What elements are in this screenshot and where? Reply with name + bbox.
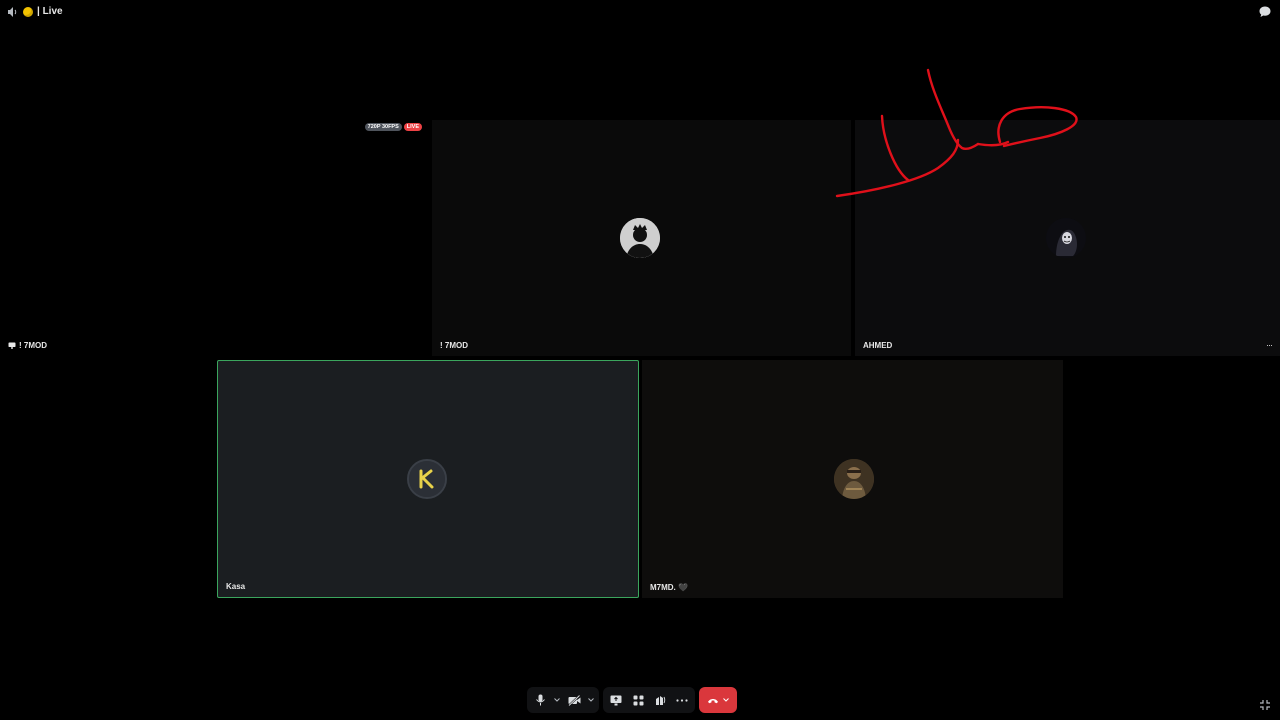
avatar [407, 459, 447, 499]
actions-group [603, 687, 695, 713]
disconnect-button[interactable] [699, 687, 737, 713]
ellipsis-icon [676, 698, 688, 702]
participant-tile[interactable]: AHMED ··· [855, 120, 1280, 356]
resolution-badge: 720P 30FPS [364, 123, 402, 131]
more-button[interactable] [673, 691, 691, 709]
chevron-down-icon[interactable] [723, 698, 729, 702]
speaker-icon[interactable] [7, 6, 19, 18]
participant-tile[interactable]: ! 7MOD [432, 120, 851, 356]
participant-tile[interactable]: M7MD. 🖤 [642, 360, 1063, 598]
hang-up-icon [708, 698, 718, 703]
participant-name: AHMED [863, 341, 893, 350]
stream-tile[interactable]: 720P 30FPS LIVE ! 7MOD [0, 120, 428, 356]
participant-name-label: M7MD. 🖤 [650, 583, 688, 592]
activities-icon [633, 695, 643, 705]
participant-name-label: AHMED [863, 341, 892, 350]
live-badge: LIVE [403, 123, 422, 131]
screen-share-icon [610, 695, 622, 705]
participant-name: ! 7MOD [440, 341, 468, 350]
participant-tile-speaking[interactable]: Kasa [217, 360, 639, 598]
stream-name: ! 7MOD [19, 341, 47, 350]
exit-fullscreen-icon[interactable] [1259, 699, 1271, 711]
soundboard-button[interactable] [651, 691, 669, 709]
chevron-down-icon [588, 698, 594, 702]
freehand-drawing [835, 68, 1078, 198]
camera-button[interactable] [565, 691, 583, 709]
avatar [620, 218, 660, 258]
chevron-down-icon [554, 698, 560, 702]
microphone-icon [535, 694, 545, 706]
mic-options-chevron[interactable] [553, 691, 561, 709]
camera-options-chevron[interactable] [587, 691, 595, 709]
avatar [1046, 218, 1086, 258]
chat-icon[interactable] [1258, 5, 1272, 19]
window-title-bar: | Live [0, 0, 1280, 24]
mic-group [527, 687, 599, 713]
avatar [834, 459, 874, 499]
emoji-icon [23, 7, 33, 17]
stream-badges: 720P 30FPS LIVE [364, 123, 422, 131]
participant-name: Kasa [226, 582, 246, 591]
channel-title: | Live [37, 6, 63, 17]
stream-name-label: ! 7MOD [8, 341, 47, 350]
more-options-button[interactable]: ··· [1266, 340, 1273, 350]
participant-name-label: ! 7MOD [440, 341, 468, 350]
microphone-button[interactable] [531, 691, 549, 709]
participant-name: M7MD. 🖤 [650, 583, 688, 592]
call-controls [527, 687, 737, 713]
activities-button[interactable] [629, 691, 647, 709]
participant-name-label: Kasa [226, 582, 245, 591]
soundboard-icon [656, 696, 666, 705]
screen-icon [8, 342, 16, 349]
camera-off-icon [567, 694, 580, 706]
screen-share-button[interactable] [607, 691, 625, 709]
